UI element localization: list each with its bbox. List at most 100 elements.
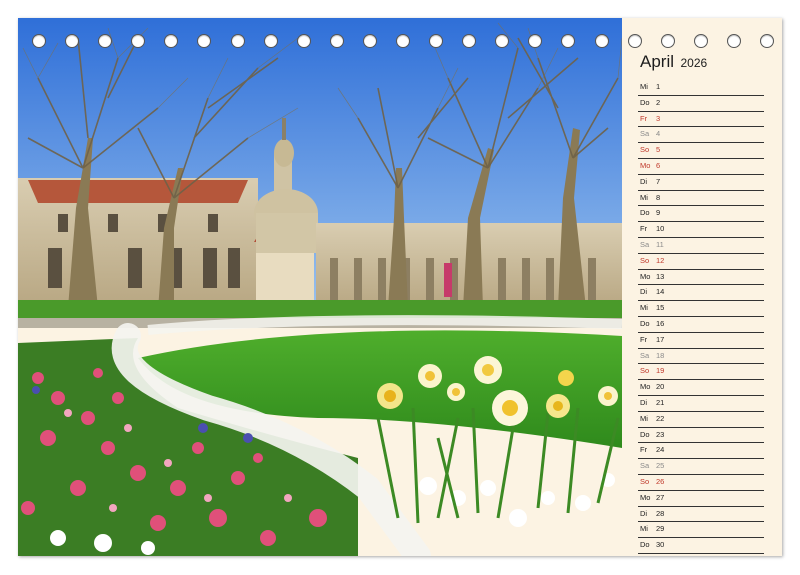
weekday-label: So bbox=[640, 476, 650, 486]
day-row: Do 16 bbox=[638, 317, 764, 333]
day-number: 7 bbox=[656, 176, 661, 186]
day-row: Sa 18 bbox=[638, 349, 764, 365]
day-row: Di 7 bbox=[638, 175, 764, 191]
day-number: 26 bbox=[656, 476, 665, 486]
weekday-label: Fr bbox=[640, 224, 648, 234]
binding-ring bbox=[362, 34, 377, 48]
weekday-label: Do bbox=[640, 97, 650, 107]
day-row: So 12 bbox=[638, 254, 764, 270]
binding-ring bbox=[197, 34, 212, 48]
binding-ring bbox=[495, 34, 510, 48]
day-number: 6 bbox=[656, 160, 661, 170]
day-number: 24 bbox=[656, 445, 665, 455]
weekday-label: Mo bbox=[640, 160, 651, 170]
weekday-label: Sa bbox=[640, 350, 650, 360]
day-number: 14 bbox=[656, 287, 665, 297]
day-number: 18 bbox=[656, 350, 665, 360]
day-number: 25 bbox=[656, 461, 665, 471]
day-list: Mi 1 Do 2 Fr 3 Sa 4 So 5 Mo 6 Di 7 Mi 8 Do 9 Fr 10 Sa 11 So 12 M… bbox=[638, 80, 764, 554]
day-number: 30 bbox=[656, 540, 665, 550]
weekday-label: Fr bbox=[640, 113, 648, 123]
day-row: Mo 20 bbox=[638, 380, 764, 396]
day-row: Di 28 bbox=[638, 507, 764, 523]
calendar-page: April 2026 Mi 1 Do 2 Fr 3 Sa 4 So 5 Mo 6 Di 7 Mi 8 Do 9 Fr… bbox=[18, 18, 782, 556]
day-number: 10 bbox=[656, 224, 665, 234]
day-number: 22 bbox=[656, 413, 665, 423]
weekday-label: Di bbox=[640, 176, 648, 186]
day-number: 1 bbox=[656, 82, 661, 91]
day-row: Fr 17 bbox=[638, 333, 764, 349]
day-row: Mo 6 bbox=[638, 159, 764, 175]
day-row: Fr 24 bbox=[638, 443, 764, 460]
day-row: Di 14 bbox=[638, 285, 764, 302]
weekday-label: Fr bbox=[640, 445, 648, 455]
binding-ring bbox=[296, 34, 311, 48]
day-row: Sa 11 bbox=[638, 238, 764, 254]
binding-ring bbox=[561, 34, 576, 48]
weekday-label: So bbox=[640, 145, 650, 155]
weekday-label: Mi bbox=[640, 192, 648, 202]
calendar-photo bbox=[18, 18, 622, 556]
day-number: 15 bbox=[656, 303, 665, 313]
day-row: Mi 29 bbox=[638, 522, 764, 539]
day-number: 16 bbox=[656, 318, 665, 328]
binding-ring bbox=[32, 34, 46, 48]
binding-ring bbox=[263, 34, 278, 48]
day-number: 12 bbox=[656, 255, 665, 265]
day-row: Fr 3 bbox=[638, 112, 764, 128]
day-row: Mo 27 bbox=[638, 491, 764, 507]
day-row: Sa 25 bbox=[638, 459, 764, 475]
month-year: 2026 bbox=[680, 56, 708, 70]
weekday-label: Do bbox=[640, 540, 650, 550]
day-row: Di 21 bbox=[638, 396, 764, 412]
weekday-label: Fr bbox=[640, 334, 648, 344]
weekday-label: Sa bbox=[640, 239, 650, 249]
day-number: 5 bbox=[656, 145, 661, 155]
weekday-label: Mo bbox=[640, 492, 651, 502]
weekday-label: Mi bbox=[640, 524, 648, 534]
binding-ring bbox=[594, 34, 609, 48]
binding-ring bbox=[329, 34, 344, 48]
day-number: 20 bbox=[656, 382, 665, 392]
weekday-label: Di bbox=[640, 397, 648, 407]
binding-ring bbox=[429, 34, 444, 48]
weekday-label: Mo bbox=[640, 271, 651, 281]
day-number: 28 bbox=[656, 508, 665, 518]
binding-ring bbox=[131, 34, 146, 48]
day-row: Mo 13 bbox=[638, 270, 764, 286]
day-row: So 26 bbox=[638, 475, 764, 491]
day-row: Do 2 bbox=[638, 96, 764, 112]
binding-ring bbox=[65, 34, 80, 48]
day-number: 8 bbox=[656, 192, 661, 202]
binding-ring bbox=[396, 34, 410, 48]
day-row: Sa 4 bbox=[638, 127, 764, 144]
day-number: 3 bbox=[656, 113, 661, 123]
day-number: 19 bbox=[656, 366, 665, 376]
weekday-label: Mo bbox=[640, 382, 651, 392]
binding-ring bbox=[528, 34, 543, 48]
day-number: 11 bbox=[656, 239, 664, 249]
weekday-label: Mi bbox=[640, 303, 648, 313]
weekday-label: So bbox=[640, 255, 650, 265]
day-row: Mi 15 bbox=[638, 301, 764, 317]
day-row: Do 30 bbox=[638, 538, 764, 554]
day-number: 4 bbox=[656, 129, 661, 139]
month-header: April 2026 bbox=[640, 52, 707, 72]
binding-ring bbox=[98, 34, 113, 48]
day-row: So 19 bbox=[638, 364, 764, 381]
day-number: 23 bbox=[656, 429, 665, 439]
weekday-label: Do bbox=[640, 318, 650, 328]
day-row: Do 9 bbox=[638, 206, 764, 223]
weekday-label: Di bbox=[640, 508, 648, 518]
day-number: 29 bbox=[656, 524, 665, 534]
day-row: Do 23 bbox=[638, 428, 764, 444]
weekday-label: Mi bbox=[640, 82, 648, 91]
day-number: 21 bbox=[656, 397, 665, 407]
day-row: Mi 8 bbox=[638, 191, 764, 207]
weekday-label: Di bbox=[640, 287, 648, 297]
binding-ring bbox=[462, 34, 477, 48]
day-row: Fr 10 bbox=[638, 222, 764, 238]
weekday-label: Mi bbox=[640, 413, 648, 423]
day-row: Mi 1 bbox=[638, 80, 764, 96]
binding-ring bbox=[230, 34, 245, 48]
